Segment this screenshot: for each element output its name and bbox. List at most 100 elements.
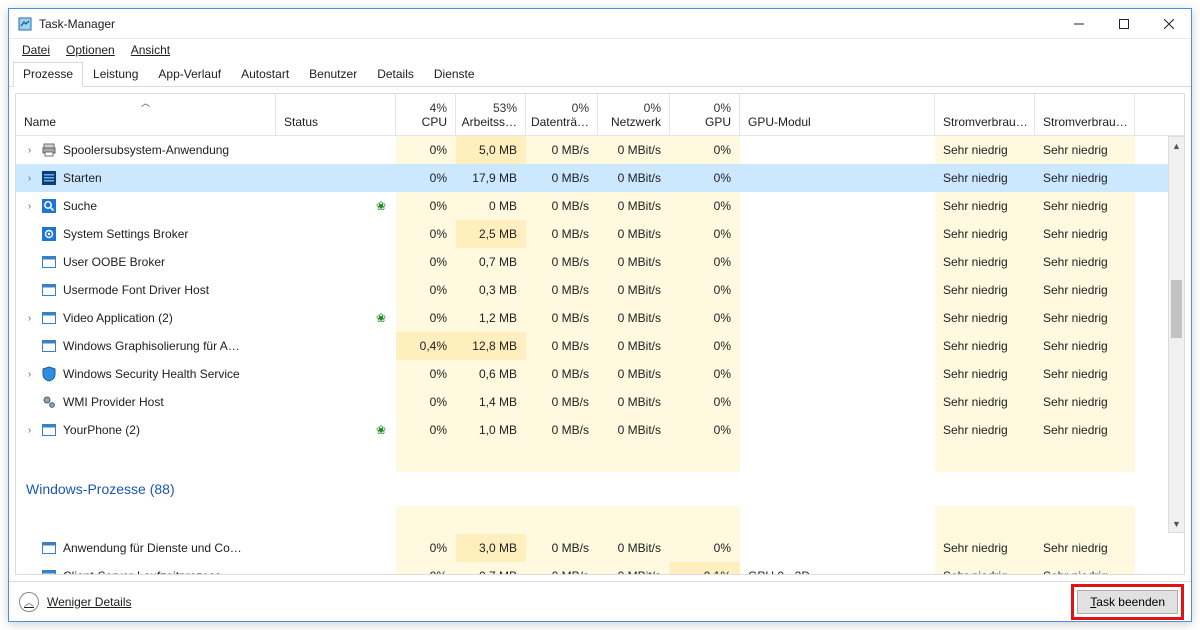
table-row[interactable]: ›Usermode Font Driver Host0%0,3 MB0 MB/s… xyxy=(16,276,1184,304)
tab-bar: Prozesse Leistung App-Verlauf Autostart … xyxy=(9,61,1191,87)
table-row[interactable]: ›Windows Security Health Service0%0,6 MB… xyxy=(16,360,1184,388)
group-header-windows-processes[interactable]: Windows-Prozesse (88) xyxy=(16,472,1184,506)
scroll-track[interactable] xyxy=(1169,154,1184,515)
cell-disk: 0 MB/s xyxy=(526,416,598,444)
process-icon xyxy=(41,338,57,354)
cell-power-usage: Sehr niedrig xyxy=(935,416,1035,444)
table-row[interactable]: ›Spoolersubsystem-Anwendung0%5,0 MB0 MB/… xyxy=(16,136,1184,164)
col-disk-usage: 0% xyxy=(572,101,589,115)
cell-cpu: 0% xyxy=(396,562,456,574)
cell-name: ›Client-Server-Laufzeitprozess xyxy=(16,562,276,574)
col-gpu[interactable]: 0% GPU xyxy=(670,94,740,135)
task-manager-window: Task-Manager Datei Optionen Ansicht Proz… xyxy=(8,8,1192,622)
cell-power-trend: Sehr niedrig xyxy=(1035,304,1135,332)
col-memory[interactable]: 53% Arbeitss… xyxy=(456,94,526,135)
cell-disk: 0 MB/s xyxy=(526,164,598,192)
cell-gpu-module xyxy=(740,192,935,220)
menu-optionen[interactable]: Optionen xyxy=(59,41,122,59)
end-task-button[interactable]: Task beenden xyxy=(1077,590,1178,614)
cell-cpu: 0% xyxy=(396,192,456,220)
process-icon xyxy=(41,366,57,382)
cell-disk: 0 MB/s xyxy=(526,220,598,248)
col-mem-usage: 53% xyxy=(493,101,517,115)
col-disk[interactable]: 0% Datenträ… xyxy=(526,94,598,135)
process-name: Windows Security Health Service xyxy=(63,367,240,381)
tab-prozesse[interactable]: Prozesse xyxy=(13,62,83,87)
cell-memory: 3,0 MB xyxy=(456,534,526,562)
expand-chevron-icon[interactable]: › xyxy=(24,173,35,184)
cell-status xyxy=(276,388,396,416)
expand-chevron-icon[interactable]: › xyxy=(24,425,35,436)
cell-cpu: 0% xyxy=(396,220,456,248)
cell-power-usage: Sehr niedrig xyxy=(935,220,1035,248)
table-row[interactable]: ›Suche❀0%0 MB0 MB/s0 MBit/s0%Sehr niedri… xyxy=(16,192,1184,220)
cell-power-trend: Sehr niedrig xyxy=(1035,332,1135,360)
expand-chevron-icon[interactable]: › xyxy=(24,201,35,212)
cell-network: 0 MBit/s xyxy=(598,360,670,388)
cell-power-usage: Sehr niedrig xyxy=(935,534,1035,562)
table-row[interactable]: ›Video Application (2)❀0%1,2 MB0 MB/s0 M… xyxy=(16,304,1184,332)
app-icon xyxy=(17,16,33,32)
col-name[interactable]: ︿ Name xyxy=(16,94,276,135)
cell-gpu: 0% xyxy=(670,220,740,248)
tab-leistung[interactable]: Leistung xyxy=(83,62,148,86)
cell-disk: 0 MB/s xyxy=(526,136,598,164)
cell-memory: 1,4 MB xyxy=(456,388,526,416)
col-cpu-usage: 4% xyxy=(430,101,447,115)
menu-ansicht[interactable]: Ansicht xyxy=(124,41,177,59)
window-title: Task-Manager xyxy=(39,17,115,31)
tab-autostart[interactable]: Autostart xyxy=(231,62,299,86)
cell-gpu-module xyxy=(740,416,935,444)
menu-datei[interactable]: Datei xyxy=(15,41,57,59)
cell-power-trend: Sehr niedrig xyxy=(1035,416,1135,444)
cell-name: ›User OOBE Broker xyxy=(16,248,276,276)
col-name-label: Name xyxy=(24,115,56,129)
tab-dienste[interactable]: Dienste xyxy=(424,62,485,86)
tab-benutzer[interactable]: Benutzer xyxy=(299,62,367,86)
cell-power-usage: Sehr niedrig xyxy=(935,562,1035,574)
cell-gpu: 0% xyxy=(670,304,740,332)
col-gpu-module[interactable]: GPU-Modul xyxy=(740,94,935,135)
body-area: ︿ Name Status 4% CPU 53% Arbeitss… 0% Da… xyxy=(9,87,1191,581)
cell-gpu: 0% xyxy=(670,276,740,304)
col-power-trend[interactable]: Stromverbrau… xyxy=(1035,94,1135,135)
cell-gpu-module xyxy=(740,136,935,164)
table-row[interactable]: ›YourPhone (2)❀0%1,0 MB0 MB/s0 MBit/s0%S… xyxy=(16,416,1184,444)
grid-body[interactable]: ›Spoolersubsystem-Anwendung0%5,0 MB0 MB/… xyxy=(16,136,1184,574)
maximize-button[interactable] xyxy=(1101,9,1146,38)
table-row[interactable]: ›WMI Provider Host0%1,4 MB0 MB/s0 MBit/s… xyxy=(16,388,1184,416)
cell-cpu: 0% xyxy=(396,534,456,562)
close-button[interactable] xyxy=(1146,9,1191,38)
col-cpu[interactable]: 4% CPU xyxy=(396,94,456,135)
cell-memory: 0,6 MB xyxy=(456,360,526,388)
table-row[interactable]: ›Client-Server-Laufzeitprozess0%0,7 MB0 … xyxy=(16,562,1184,574)
expand-chevron-icon[interactable]: › xyxy=(24,145,35,156)
tab-appverlauf[interactable]: App-Verlauf xyxy=(148,62,231,86)
table-row[interactable]: ›System Settings Broker0%2,5 MB0 MB/s0 M… xyxy=(16,220,1184,248)
minimize-button[interactable] xyxy=(1056,9,1101,38)
vertical-scrollbar[interactable]: ▲ ▼ xyxy=(1168,136,1185,533)
col-network[interactable]: 0% Netzwerk xyxy=(598,94,670,135)
col-power-usage[interactable]: Stromverbrau… xyxy=(935,94,1035,135)
cell-disk: 0 MB/s xyxy=(526,562,598,574)
cell-gpu: 0% xyxy=(670,136,740,164)
fewer-details-label: Weniger Details xyxy=(47,595,131,609)
table-row[interactable]: ›Starten0%17,9 MB0 MB/s0 MBit/s0%Sehr ni… xyxy=(16,164,1184,192)
scroll-thumb[interactable] xyxy=(1171,280,1182,338)
cell-network: 0 MBit/s xyxy=(598,192,670,220)
col-power1-label: Stromverbrau… xyxy=(943,115,1028,129)
expand-chevron-icon[interactable]: › xyxy=(24,313,35,324)
col-status[interactable]: Status xyxy=(276,94,396,135)
cell-network: 0 MBit/s xyxy=(598,534,670,562)
scroll-up-button[interactable]: ▲ xyxy=(1169,137,1184,154)
expand-chevron-icon[interactable]: › xyxy=(24,369,35,380)
table-row[interactable]: ›Anwendung für Dienste und Co…0%3,0 MB0 … xyxy=(16,534,1184,562)
toggle-fewer-details[interactable]: ︿ Weniger Details xyxy=(19,592,131,612)
cell-gpu: 0% xyxy=(670,416,740,444)
table-row[interactable]: ›Windows Graphisolierung für A…0,4%12,8 … xyxy=(16,332,1184,360)
table-row[interactable]: ›User OOBE Broker0%0,7 MB0 MB/s0 MBit/s0… xyxy=(16,248,1184,276)
scroll-down-button[interactable]: ▼ xyxy=(1169,515,1184,532)
cell-memory: 0 MB xyxy=(456,192,526,220)
process-name: Usermode Font Driver Host xyxy=(63,283,209,297)
tab-details[interactable]: Details xyxy=(367,62,424,86)
